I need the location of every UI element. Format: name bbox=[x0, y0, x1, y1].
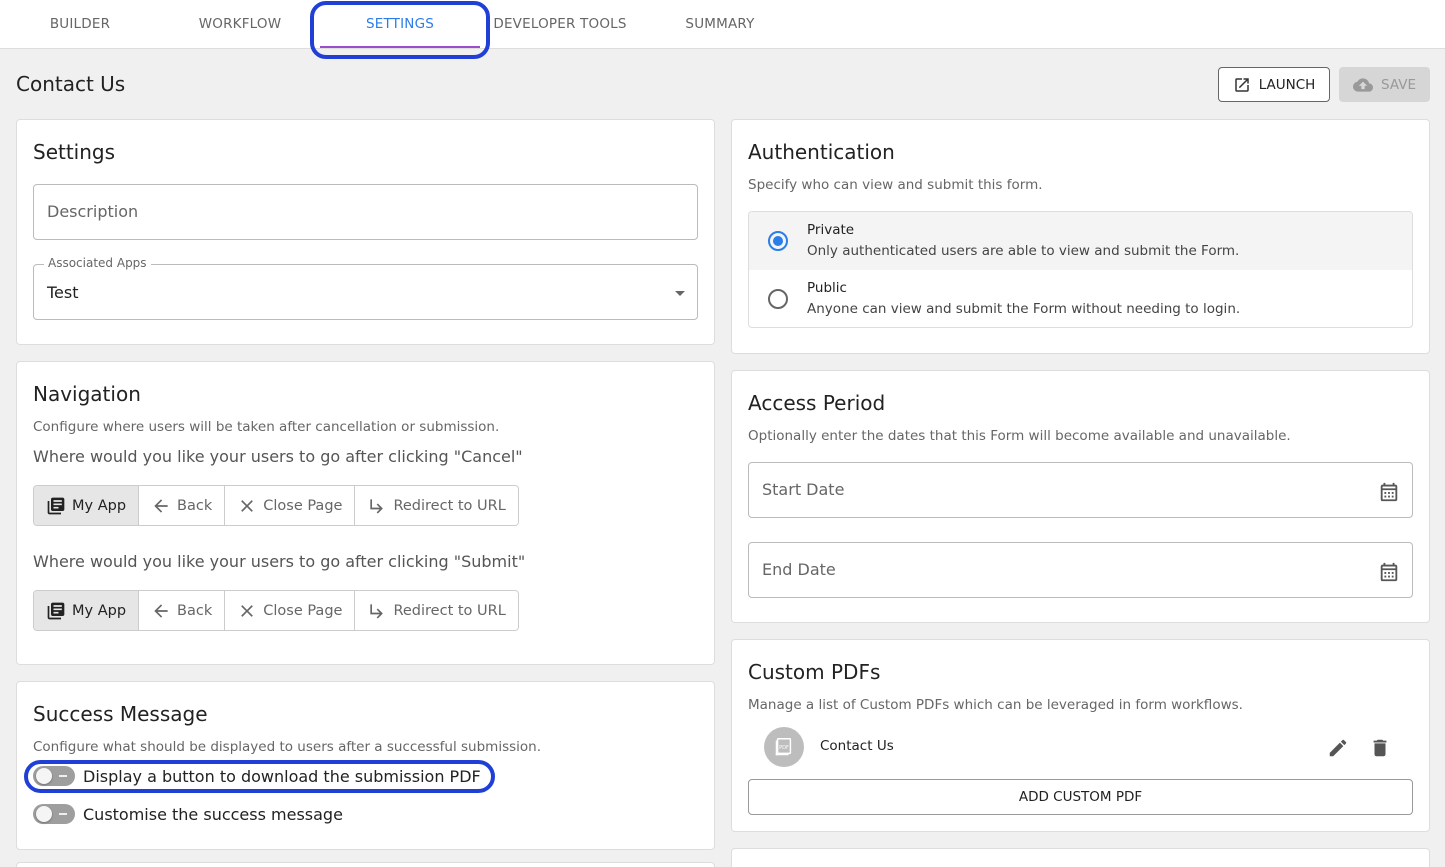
calendar-icon[interactable] bbox=[1378, 481, 1400, 503]
close-icon bbox=[241, 499, 254, 512]
submit-option-redirect-url[interactable]: Redirect to URL bbox=[355, 591, 518, 630]
tab-bar: BUILDER WORKFLOW SETTINGS DEVELOPER TOOL… bbox=[0, 0, 1445, 49]
download-pdf-toggle-label: Display a button to download the submiss… bbox=[83, 766, 481, 786]
cancel-option-my-app-label: My App bbox=[72, 497, 127, 514]
settings-card: Settings Description Associated Apps Tes… bbox=[16, 119, 715, 345]
radio-unchecked-icon[interactable] bbox=[768, 289, 788, 309]
submit-option-my-app-label: My App bbox=[72, 602, 127, 619]
start-date-input[interactable]: Start Date bbox=[748, 462, 1413, 518]
save-button[interactable]: SAVE bbox=[1339, 67, 1430, 102]
pdf-file-icon: PDF bbox=[775, 738, 792, 756]
toggle-row-download-pdf: Display a button to download the submiss… bbox=[33, 764, 481, 788]
auth-option-private-desc: Only authenticated users are able to vie… bbox=[807, 243, 1240, 259]
radio-checked-icon[interactable] bbox=[768, 231, 788, 251]
description-placeholder: Description bbox=[47, 202, 139, 221]
access-period-subtitle: Optionally enter the dates that this For… bbox=[748, 428, 1291, 444]
authentication-options: Private Only authenticated users are abl… bbox=[748, 211, 1413, 328]
tab-builder[interactable]: BUILDER bbox=[0, 0, 160, 48]
start-date-placeholder: Start Date bbox=[762, 480, 845, 499]
submit-option-my-app[interactable]: My App bbox=[34, 591, 140, 630]
subdirectory-arrow-right-icon bbox=[370, 498, 384, 513]
cancel-destination-group: My App Back Close Page Redirect to URL bbox=[33, 485, 519, 526]
close-icon bbox=[241, 604, 254, 617]
tab-summary[interactable]: SUMMARY bbox=[640, 0, 800, 48]
pdf-file-icon-text: PDF bbox=[779, 745, 789, 751]
access-period-card: Access Period Optionally enter the dates… bbox=[731, 370, 1430, 623]
submit-option-back-label: Back bbox=[177, 602, 213, 619]
auth-option-private[interactable]: Private Only authenticated users are abl… bbox=[749, 212, 1412, 270]
end-date-input[interactable]: End Date bbox=[748, 542, 1413, 598]
pdf-item-name[interactable]: Contact Us bbox=[820, 738, 894, 754]
custom-pdfs-subtitle: Manage a list of Custom PDFs which can b… bbox=[748, 697, 1243, 713]
cancel-option-back-label: Back bbox=[177, 497, 213, 514]
cloud-upload-icon bbox=[1353, 77, 1374, 92]
subdirectory-arrow-right-icon bbox=[370, 603, 384, 618]
arrow-back-icon bbox=[154, 603, 168, 618]
description-input[interactable]: Description bbox=[33, 184, 698, 240]
cancel-option-close-page[interactable]: Close Page bbox=[225, 486, 356, 525]
associated-apps-label: Associated Apps bbox=[44, 256, 151, 270]
download-pdf-toggle[interactable] bbox=[33, 766, 75, 786]
custom-message-toggle[interactable] bbox=[33, 804, 75, 824]
launch-button-label: LAUNCH bbox=[1258, 76, 1316, 93]
cancel-option-redirect-url-label: Redirect to URL bbox=[393, 497, 506, 514]
pdf-avatar: PDF bbox=[764, 727, 804, 767]
auth-option-public-title: Public bbox=[807, 280, 847, 296]
associated-apps-value: Test bbox=[47, 283, 79, 302]
navigation-card: Navigation Configure where users will be… bbox=[16, 361, 715, 665]
arrow-back-icon bbox=[154, 498, 168, 513]
delete-icon[interactable] bbox=[1369, 737, 1391, 759]
auth-option-public[interactable]: Public Anyone can view and submit the Fo… bbox=[749, 270, 1412, 327]
submit-option-redirect-url-label: Redirect to URL bbox=[393, 602, 506, 619]
submit-option-close-page[interactable]: Close Page bbox=[225, 591, 356, 630]
edit-icon[interactable] bbox=[1327, 737, 1349, 759]
cancel-option-close-page-label: Close Page bbox=[263, 497, 343, 514]
cancel-question: Where would you like your users to go af… bbox=[33, 447, 523, 466]
submit-destination-group: My App Back Close Page Redirect to URL bbox=[33, 590, 519, 631]
navigation-subtitle: Configure where users will be taken afte… bbox=[33, 419, 500, 435]
custom-pdfs-card: Custom PDFs Manage a list of Custom PDFs… bbox=[731, 639, 1430, 832]
calendar-icon[interactable] bbox=[1378, 561, 1400, 583]
access-period-title: Access Period bbox=[748, 391, 886, 415]
end-date-placeholder: End Date bbox=[762, 560, 836, 579]
tab-workflow[interactable]: WORKFLOW bbox=[160, 0, 320, 48]
settings-title: Settings bbox=[33, 140, 116, 164]
success-message-card: Success Message Configure what should be… bbox=[16, 681, 715, 850]
submit-option-close-page-label: Close Page bbox=[263, 602, 343, 619]
cancel-option-redirect-url[interactable]: Redirect to URL bbox=[355, 486, 518, 525]
dropdown-arrow-icon bbox=[675, 291, 685, 296]
next-card-partial bbox=[16, 862, 715, 867]
associated-apps-select[interactable]: Associated Apps Test bbox=[33, 256, 698, 320]
authentication-card: Authentication Specify who can view and … bbox=[731, 119, 1430, 354]
page-title: Contact Us bbox=[16, 72, 126, 96]
launch-button[interactable]: LAUNCH bbox=[1218, 67, 1330, 102]
library-books-icon bbox=[47, 602, 65, 619]
next-card-partial-right bbox=[731, 848, 1430, 867]
success-subtitle: Configure what should be displayed to us… bbox=[33, 739, 542, 755]
custom-pdfs-title: Custom PDFs bbox=[748, 660, 881, 684]
navigation-title: Navigation bbox=[33, 382, 141, 406]
submit-option-back[interactable]: Back bbox=[139, 591, 226, 630]
save-button-label: SAVE bbox=[1381, 76, 1416, 93]
library-books-icon bbox=[47, 497, 65, 514]
authentication-title: Authentication bbox=[748, 140, 895, 164]
toggle-row-custom-message: Customise the success message bbox=[33, 802, 343, 826]
tab-settings[interactable]: SETTINGS bbox=[320, 0, 480, 48]
submit-question: Where would you like your users to go af… bbox=[33, 552, 526, 571]
auth-option-public-desc: Anyone can view and submit the Form with… bbox=[807, 301, 1241, 317]
cancel-option-my-app[interactable]: My App bbox=[34, 486, 140, 525]
success-title: Success Message bbox=[33, 702, 208, 726]
add-custom-pdf-button[interactable]: ADD CUSTOM PDF bbox=[748, 779, 1413, 815]
auth-option-private-title: Private bbox=[807, 222, 855, 238]
open-in-new-icon bbox=[1234, 77, 1249, 92]
custom-message-toggle-label: Customise the success message bbox=[83, 804, 343, 824]
authentication-subtitle: Specify who can view and submit this for… bbox=[748, 177, 1043, 193]
cancel-option-back[interactable]: Back bbox=[139, 486, 226, 525]
tab-developer-tools[interactable]: DEVELOPER TOOLS bbox=[480, 0, 640, 48]
